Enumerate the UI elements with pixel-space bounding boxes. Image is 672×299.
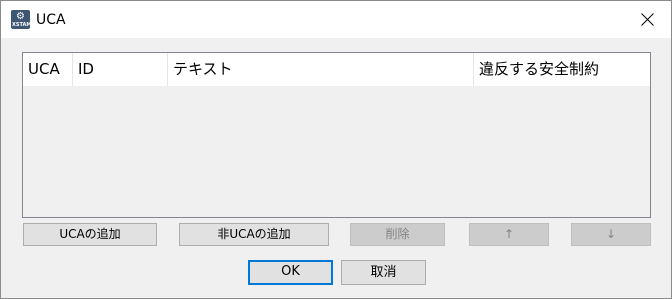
- title-bar[interactable]: ⚙ XSTAMP UCA: [1, 1, 671, 38]
- app-icon-caption: XSTAMP: [12, 22, 35, 28]
- move-up-button[interactable]: ↑: [469, 223, 549, 246]
- close-button[interactable]: [625, 1, 671, 38]
- gear-cluster-icon: ⚙: [16, 11, 25, 22]
- uca-dialog: ⚙ XSTAMP UCA UCA ID テキスト 違反する安全制約 UCAの追加…: [0, 0, 672, 299]
- add-uca-button[interactable]: UCAの追加: [23, 223, 157, 246]
- move-down-button[interactable]: ↓: [571, 223, 651, 246]
- close-icon: [641, 13, 654, 26]
- ok-button[interactable]: OK: [248, 260, 333, 285]
- add-non-uca-button[interactable]: 非UCAの追加: [179, 223, 329, 246]
- app-icon: ⚙ XSTAMP: [11, 10, 35, 29]
- table-header: UCA ID テキスト 違反する安全制約: [23, 53, 650, 86]
- column-header-violated-constraint[interactable]: 違反する安全制約: [474, 53, 650, 86]
- column-header-id[interactable]: ID: [73, 53, 168, 86]
- delete-button[interactable]: 削除: [350, 223, 445, 246]
- column-header-text[interactable]: テキスト: [168, 53, 474, 86]
- window-title: UCA: [36, 12, 66, 28]
- uca-table[interactable]: UCA ID テキスト 違反する安全制約: [22, 52, 651, 218]
- column-header-uca[interactable]: UCA: [23, 53, 73, 86]
- cancel-button[interactable]: 取消: [341, 260, 426, 285]
